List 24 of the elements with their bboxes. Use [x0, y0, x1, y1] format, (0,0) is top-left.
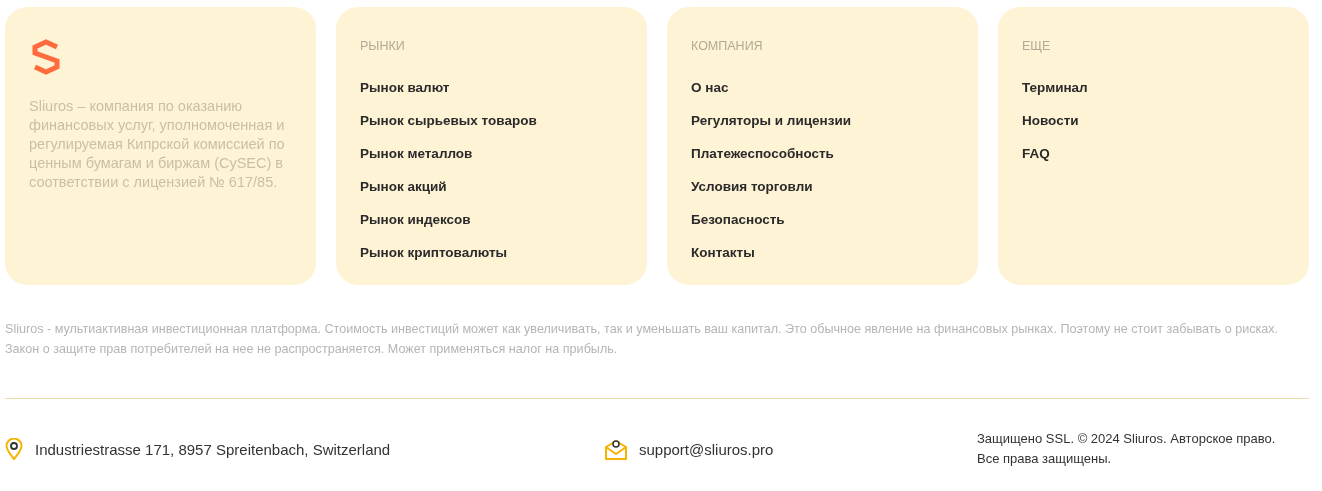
footer-link[interactable]: Платежеспособность [691, 145, 834, 163]
disclaimer-text: Sliuros - мультиактивная инвестиционная платформа. Стоимость инвестиций может как увеличивать, так и уменьшать ваш капитал. Это обычное явление на финансовых рынках. Поэтому не стоит забывать о рисках. Закон о защите прав потребителей на нее не распространяется. Может применяться налог на прибыль. [5, 321, 1280, 358]
email-link[interactable]: support@sliuros.pro [639, 440, 774, 458]
address-text: Industriestrasse 171, 8957 Spreitenbach, Switzerland [35, 440, 391, 458]
location-pin-icon [5, 438, 23, 460]
footer-link[interactable]: Рынок сырьевых товаров [360, 112, 537, 130]
footer-link[interactable]: О нас [691, 79, 729, 97]
footer-link[interactable]: Терминал [1022, 79, 1088, 97]
footer-link[interactable]: Рынок акций [360, 178, 447, 196]
footer-link[interactable]: Рынок криптовалюты [360, 244, 508, 262]
footer-link[interactable]: Регуляторы и лицензии [691, 112, 851, 130]
footer-link[interactable]: FAQ [1022, 145, 1050, 163]
footer-link[interactable]: Контакты [691, 244, 755, 262]
footer-link[interactable]: Новости [1022, 112, 1079, 130]
envelope-icon [605, 438, 627, 460]
column-heading: РЫНКИ [360, 39, 406, 53]
footer-link[interactable]: Безопасность [691, 211, 785, 229]
footer-link[interactable]: Рынок валют [360, 79, 450, 97]
footer-link[interactable]: Условия торговли [691, 178, 813, 196]
column-heading: КОМПАНИЯ [691, 39, 764, 53]
footer-link[interactable]: Рынок металлов [360, 145, 473, 163]
footer-link[interactable]: Рынок индексов [360, 211, 471, 229]
column-heading: ЕЩЕ [1022, 39, 1052, 53]
copyright-text: Защищено SSL. © 2024 Sliuros. Авторское право. Все права защищены. [977, 430, 1277, 468]
